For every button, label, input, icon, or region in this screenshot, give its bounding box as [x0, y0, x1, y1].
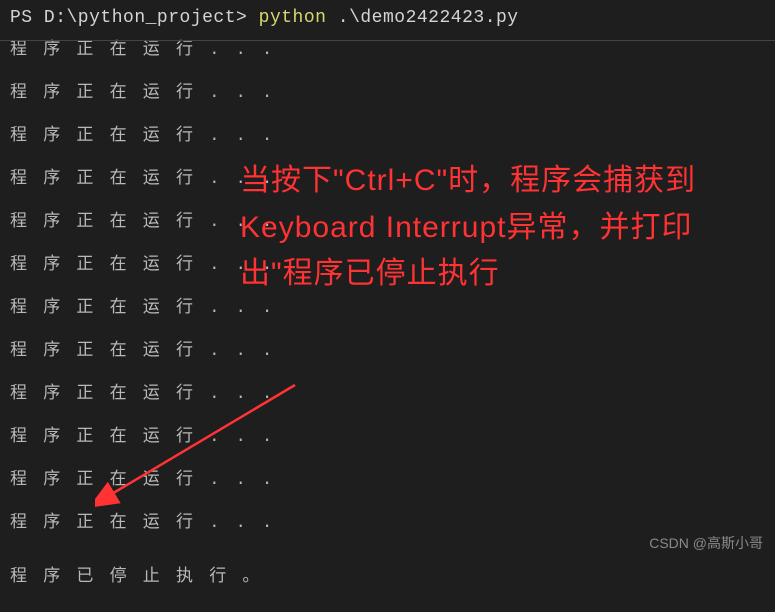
running-line: 程 序 正 在 运 行 . . .	[10, 335, 765, 361]
annotation-text: 当按下"Ctrl+C"时，程序会捕获到Keyboard Interrupt异常，…	[240, 158, 750, 298]
terminal-output: PS D:\python_project> python .\demo24224…	[0, 0, 775, 612]
running-line: 程 序 正 在 运 行 . . .	[10, 421, 765, 447]
running-line: 程 序 正 在 运 行 . . .	[10, 34, 765, 60]
command: python	[247, 8, 326, 28]
prompt-line: PS D:\python_project> python .\demo24224…	[10, 8, 765, 28]
running-line: 程 序 正 在 运 行 . . .	[10, 464, 765, 490]
working-directory: D:\python_project>	[44, 8, 247, 28]
command-arg: .\demo2422423.py	[326, 8, 518, 28]
running-line: 程 序 正 在 运 行 . . .	[10, 120, 765, 146]
separator-line	[0, 40, 775, 41]
running-line: 程 序 正 在 运 行 . . .	[10, 507, 765, 533]
watermark: CSDN @高斯小哥	[649, 533, 763, 553]
stopped-line: 程 序 已 停 止 执 行 。	[10, 561, 765, 587]
running-line: 程 序 正 在 运 行 . . .	[10, 378, 765, 404]
ps-prefix: PS	[10, 8, 44, 28]
running-line: 程 序 正 在 运 行 . . .	[10, 77, 765, 103]
